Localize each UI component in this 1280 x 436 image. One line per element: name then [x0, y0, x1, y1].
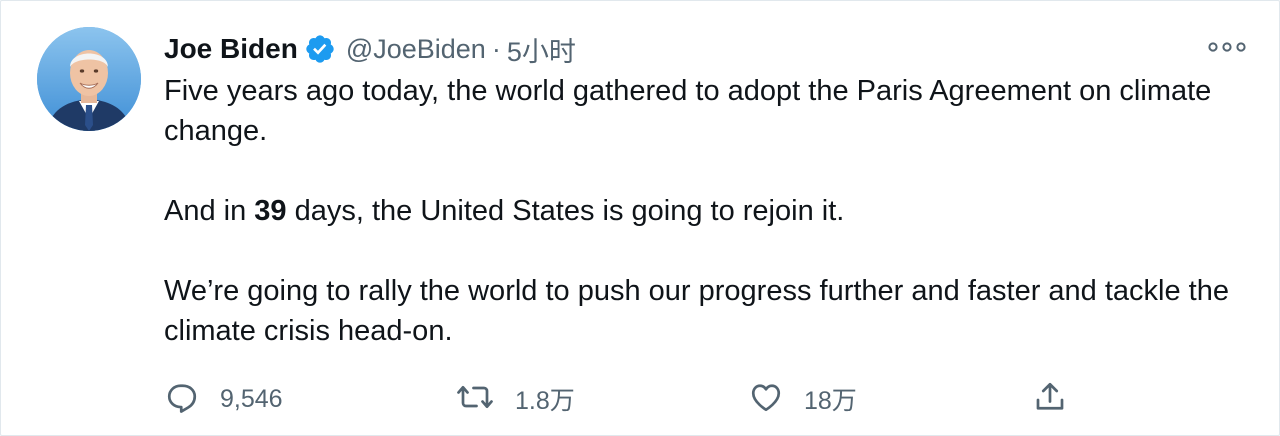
more-options-icon[interactable]	[1205, 31, 1249, 63]
tweet-paragraph-1: Five years ago today, the world gathered…	[164, 75, 1212, 147]
reply-count: 9,546	[220, 384, 283, 413]
action-bar: 9,546 1.8万 18万	[1, 377, 1280, 421]
avatar-image	[37, 27, 141, 131]
timestamp[interactable]: 5小时	[507, 30, 576, 69]
heart-icon	[748, 379, 784, 420]
share-button[interactable]	[1032, 377, 1068, 421]
tweet-text: Five years ago today, the world gathered…	[164, 71, 1234, 351]
tweet-header: Joe Biden @JoeBiden · 5小时	[164, 29, 576, 69]
share-icon	[1032, 379, 1068, 420]
reply-button[interactable]: 9,546	[164, 377, 283, 421]
tweet-card[interactable]: Joe Biden @JoeBiden · 5小时 Five years ago…	[0, 0, 1280, 436]
retweet-icon	[455, 379, 495, 420]
retweet-count: 1.8万	[515, 387, 575, 415]
author-name[interactable]: Joe Biden	[164, 33, 298, 65]
avatar[interactable]	[37, 27, 141, 131]
paragraph-2-end: days, the United States is going to rejo…	[286, 195, 845, 227]
tweet-paragraph-3: We’re going to rally the world to push o…	[164, 275, 1229, 347]
reply-icon	[164, 379, 200, 420]
author-handle[interactable]: @JoeBiden	[346, 34, 486, 65]
like-button[interactable]: 18万	[748, 377, 857, 421]
like-count: 18万	[804, 387, 857, 415]
retweet-button[interactable]: 1.8万	[455, 377, 575, 421]
paragraph-2-start: And in	[164, 195, 255, 227]
verified-badge-icon	[304, 33, 336, 65]
days-count: 39	[254, 195, 287, 227]
tweet-paragraph-2: And in 39 days, the United States is goi…	[164, 191, 1234, 231]
separator-dot: ·	[491, 33, 501, 64]
